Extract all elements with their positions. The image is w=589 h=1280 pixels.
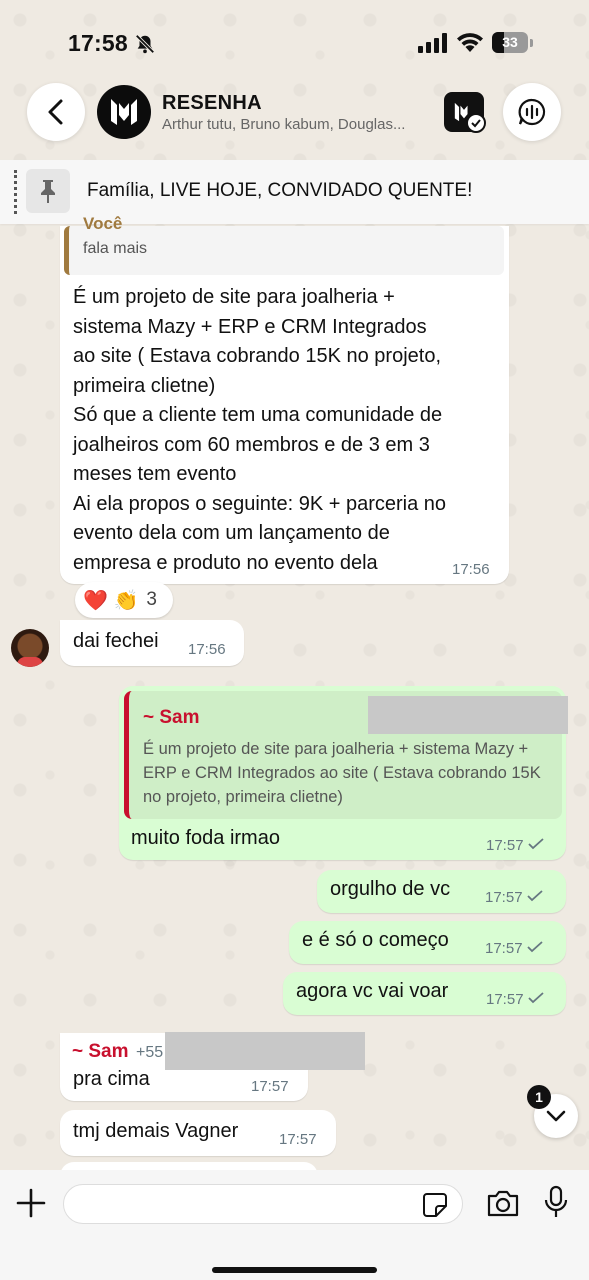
status-time: 17:58 [68, 30, 128, 56]
quoted-message[interactable]: Você fala mais [64, 214, 504, 275]
message-time: 17:57 [279, 1131, 317, 1148]
chevron-down-icon [546, 1110, 566, 1122]
battery-level: 33 [502, 34, 518, 50]
quoted-author: Você [83, 214, 123, 233]
sticker-icon[interactable] [422, 1192, 448, 1218]
redacted-area [368, 696, 568, 734]
message-time: 17:56 [188, 641, 226, 658]
composer-bar [0, 1170, 589, 1280]
battery-tip [530, 39, 533, 47]
chat-header: RESENHA Arthur tutu, Bruno kabum, Dougla… [0, 80, 589, 168]
group-logo-icon [111, 99, 137, 125]
message-outgoing[interactable]: ~ Sam É um projeto de site para joalheri… [119, 686, 568, 860]
message-line: primeira clietne) [73, 374, 216, 397]
voice-chat-icon [518, 98, 546, 126]
check-icon [527, 992, 544, 1004]
redacted-area [165, 1032, 365, 1070]
message-line: evento dela com um lançamento de [73, 522, 390, 544]
message-text: orgulho de vc [330, 878, 451, 900]
pinned-indicator [14, 170, 17, 214]
message-time-value: 17:57 [485, 889, 523, 906]
message-line: Só que a cliente tem uma comunidade de [73, 404, 443, 426]
battery-indicator: 33 [492, 32, 528, 53]
message-input-container[interactable] [63, 1184, 463, 1224]
message-time: 17:57 [486, 837, 544, 854]
message-time-value: 17:57 [485, 940, 523, 957]
message-text: tmj demais Vagner [73, 1120, 239, 1142]
message-time-value: 17:57 [486, 991, 524, 1008]
quoted-text: fala mais [83, 240, 148, 257]
message-time: 17:57 [486, 991, 544, 1008]
message-time: 17:57 [251, 1078, 289, 1095]
check-icon [527, 838, 544, 850]
reaction-emojis: ❤️ 👏 [83, 589, 139, 612]
group-avatar[interactable] [97, 85, 151, 139]
signal-icon [418, 33, 447, 53]
message-outgoing[interactable]: orgulho de vc 17:57 [317, 870, 566, 913]
check-icon [526, 941, 543, 953]
wifi-icon [457, 33, 483, 52]
status-bar: 17:58 33 [0, 0, 589, 80]
message-incoming[interactable]: tmj demais Vagner 17:57 [60, 1110, 336, 1156]
message-time: 17:57 [485, 940, 543, 957]
quoted-author: ~ Sam [143, 707, 200, 728]
chevron-left-icon [48, 99, 63, 125]
bell-off-icon [135, 34, 155, 54]
message-text: agora vc vai voar [296, 980, 449, 1002]
avatar[interactable] [11, 629, 49, 667]
pin-icon [26, 169, 70, 213]
message-input[interactable] [78, 1193, 418, 1217]
mic-icon[interactable] [543, 1185, 569, 1219]
message-line: meses tem evento [73, 463, 237, 485]
message-incoming[interactable]: dai fechei 17:56 [60, 620, 244, 666]
message-time: 17:57 [485, 889, 543, 906]
message-line: sistema Mazy + ERP e CRM Integrados [73, 315, 427, 338]
message-reactions[interactable]: ❤️ 👏 3 [75, 582, 173, 618]
home-indicator [212, 1267, 377, 1273]
message-line: É um projeto de site para joalheria + [73, 286, 395, 308]
verified-check-icon [466, 113, 486, 133]
unread-count-badge: 1 [527, 1085, 551, 1109]
group-members[interactable]: Arthur tutu, Bruno kabum, Douglas... [162, 116, 442, 133]
message-time: 17:56 [452, 561, 490, 578]
message-text: muito foda irmao [131, 827, 280, 849]
voice-chat-button[interactable] [503, 83, 561, 141]
message-text: e é só o começo [302, 929, 449, 951]
check-icon [526, 890, 543, 902]
pinned-text: Família, LIVE HOJE, CONVIDADO QUENTE! [87, 180, 473, 201]
message-outgoing[interactable]: e é só o começo 17:57 [289, 921, 566, 964]
message-time-value: 17:57 [486, 837, 524, 854]
message-text: dai fechei [73, 630, 159, 652]
message-line: joalheiros com 60 membros e de 3 em 3 [73, 433, 430, 456]
message-text: É um projeto de site para joalheria + si… [73, 283, 505, 578]
message-line: empresa e produto no evento dela [73, 551, 378, 574]
message-line: Ai ela propos o seguinte: 9K + parceria … [73, 492, 447, 515]
back-button[interactable] [27, 83, 85, 141]
message-incoming[interactable]: Você fala mais É um projeto de site para… [60, 214, 509, 584]
plus-icon[interactable] [15, 1187, 47, 1219]
message-outgoing[interactable]: agora vc vai voar 17:57 [283, 972, 566, 1015]
quoted-text: É um projeto de site para joalheria + si… [143, 740, 541, 806]
camera-icon[interactable] [486, 1188, 520, 1218]
message-line: ao site ( Estava cobrando 15K no projeto… [73, 345, 442, 367]
message-text: pra cima [73, 1068, 150, 1090]
sender-name[interactable]: ~ Sam [72, 1041, 129, 1063]
reaction-count: 3 [146, 589, 157, 610]
group-name[interactable]: RESENHA [162, 92, 262, 115]
sender-phone: +55 [136, 1044, 164, 1061]
